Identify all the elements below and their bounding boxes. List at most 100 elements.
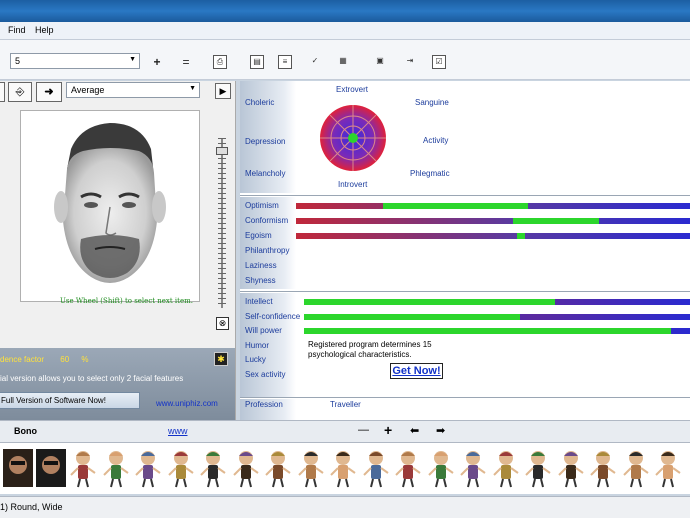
character-thumbnail[interactable] (67, 447, 99, 489)
slider-tick (218, 263, 226, 264)
site-link[interactable]: www.uniphiz.com (156, 399, 218, 408)
character-thumbnail[interactable] (262, 447, 294, 489)
average-select[interactable]: Average ▼ (66, 82, 200, 98)
play-button[interactable]: ▶ (215, 83, 231, 99)
slider-tick (218, 208, 226, 209)
choleric-label: Choleric (245, 98, 275, 107)
divider (240, 397, 690, 398)
trait-bar (296, 218, 690, 224)
folder-button[interactable]: ⎆ (8, 82, 32, 102)
character-thumbnail[interactable] (652, 447, 684, 489)
sanguine-label: Sanguine (415, 98, 449, 107)
menu-help[interactable]: Help (35, 25, 54, 35)
slider-tick (218, 163, 226, 164)
menu-find[interactable]: Find (8, 25, 26, 35)
character-thumbnail[interactable] (35, 447, 67, 489)
trait-label: Philanthropy (245, 246, 290, 255)
title-bar (0, 0, 690, 22)
registered-note: Registered program determines 15 psychol… (308, 340, 432, 359)
character-thumbnail[interactable] (360, 447, 392, 489)
trait-bar (304, 313, 690, 320)
slider-tick (218, 228, 226, 229)
character-thumbnail[interactable] (555, 447, 587, 489)
menu-bar: Find Help (0, 22, 690, 40)
phlegmatic-label: Phlegmatic (410, 169, 450, 178)
trait-bar-fill (382, 203, 529, 209)
add-button[interactable]: + (149, 54, 165, 70)
chevron-down-icon: ▼ (189, 85, 196, 92)
chart-icon[interactable]: ✓ (308, 55, 322, 69)
slider-tick (218, 293, 226, 294)
print-icon[interactable]: ⎙ (213, 55, 227, 69)
slider-thumb[interactable] (216, 147, 228, 155)
profession-label: Profession (245, 400, 283, 409)
character-thumbnail[interactable] (587, 447, 619, 489)
count-select[interactable]: 5 ▼ (10, 53, 140, 69)
arrow-right-icon[interactable]: ➡ (436, 424, 445, 437)
confidence-value: 60 (60, 355, 70, 364)
slider-tick (218, 183, 226, 184)
count-select-value: 5 (15, 56, 21, 66)
character-thumbnail[interactable] (165, 447, 197, 489)
confidence-unit: % (81, 355, 89, 364)
card-icon[interactable]: ▤ (250, 55, 264, 69)
slider-tick (218, 268, 226, 269)
trait-bar-fill (516, 233, 525, 239)
slider-tick (218, 143, 226, 144)
zoom-out-button[interactable]: — (358, 424, 369, 436)
film-icon[interactable]: ▦ (336, 55, 350, 69)
slider-tick (218, 253, 226, 254)
next-arrow-button[interactable]: ➜ (36, 82, 62, 102)
person-name: Bono (14, 426, 37, 436)
character-thumbnail[interactable] (327, 447, 359, 489)
character-thumbnail[interactable] (100, 447, 132, 489)
trait-label: Will power (245, 326, 282, 335)
slider-tick (218, 303, 226, 304)
character-thumbnail[interactable] (490, 447, 522, 489)
trait-label: Shyness (245, 276, 276, 285)
slider-tick (218, 168, 226, 169)
export-icon[interactable]: ⇥ (403, 55, 417, 69)
prev-button[interactable] (0, 82, 5, 102)
character-thumbnail[interactable] (620, 447, 652, 489)
trait-label: Intellect (245, 297, 273, 306)
face-photo[interactable] (20, 110, 200, 302)
slider-tick (218, 238, 226, 239)
character-thumbnail[interactable] (457, 447, 489, 489)
slider-tick (218, 273, 226, 274)
character-thumbnail[interactable] (522, 447, 554, 489)
slider-tick (218, 283, 226, 284)
character-thumbnail[interactable] (2, 447, 34, 489)
full-version-button[interactable]: Full Version of Software Now! (0, 392, 140, 409)
person-link[interactable]: www (168, 426, 188, 436)
character-thumbnail[interactable] (197, 447, 229, 489)
arrow-left-icon[interactable]: ⬅ (410, 424, 419, 437)
slider-tick (218, 158, 226, 159)
trait-label: Optimism (245, 201, 279, 210)
get-now-button[interactable]: Get Now! (390, 363, 443, 379)
character-thumbnail[interactable] (295, 447, 327, 489)
list-icon[interactable]: ≡ (278, 55, 292, 69)
slider-tick (218, 278, 226, 279)
speaker-icon[interactable]: ✱ (214, 352, 228, 366)
trait-bar-track (296, 233, 690, 239)
character-thumbnail[interactable] (230, 447, 262, 489)
character-thumbnail[interactable] (425, 447, 457, 489)
profession-value: Traveller (330, 400, 361, 409)
character-thumbnail[interactable] (392, 447, 424, 489)
slider-tick (218, 138, 226, 139)
zoom-in-button[interactable]: + (384, 422, 392, 438)
temperament-radar (320, 105, 386, 171)
analysis-panel: Extrovert Introvert Choleric Sanguine De… (240, 81, 690, 420)
character-thumbnail[interactable] (132, 447, 164, 489)
slider-tick (218, 173, 226, 174)
trait-bar (296, 203, 690, 209)
trait-label: Sex activity (245, 369, 286, 379)
slider-ticks (218, 138, 226, 308)
trait-bar (304, 328, 690, 334)
close-icon[interactable]: ⊗ (216, 317, 229, 330)
melancholy-label: Melancholy (245, 169, 286, 178)
checkbox-icon[interactable]: ☑ (432, 55, 446, 69)
printer-icon[interactable]: ▣ (373, 55, 387, 69)
remove-button[interactable]: = (178, 54, 194, 70)
